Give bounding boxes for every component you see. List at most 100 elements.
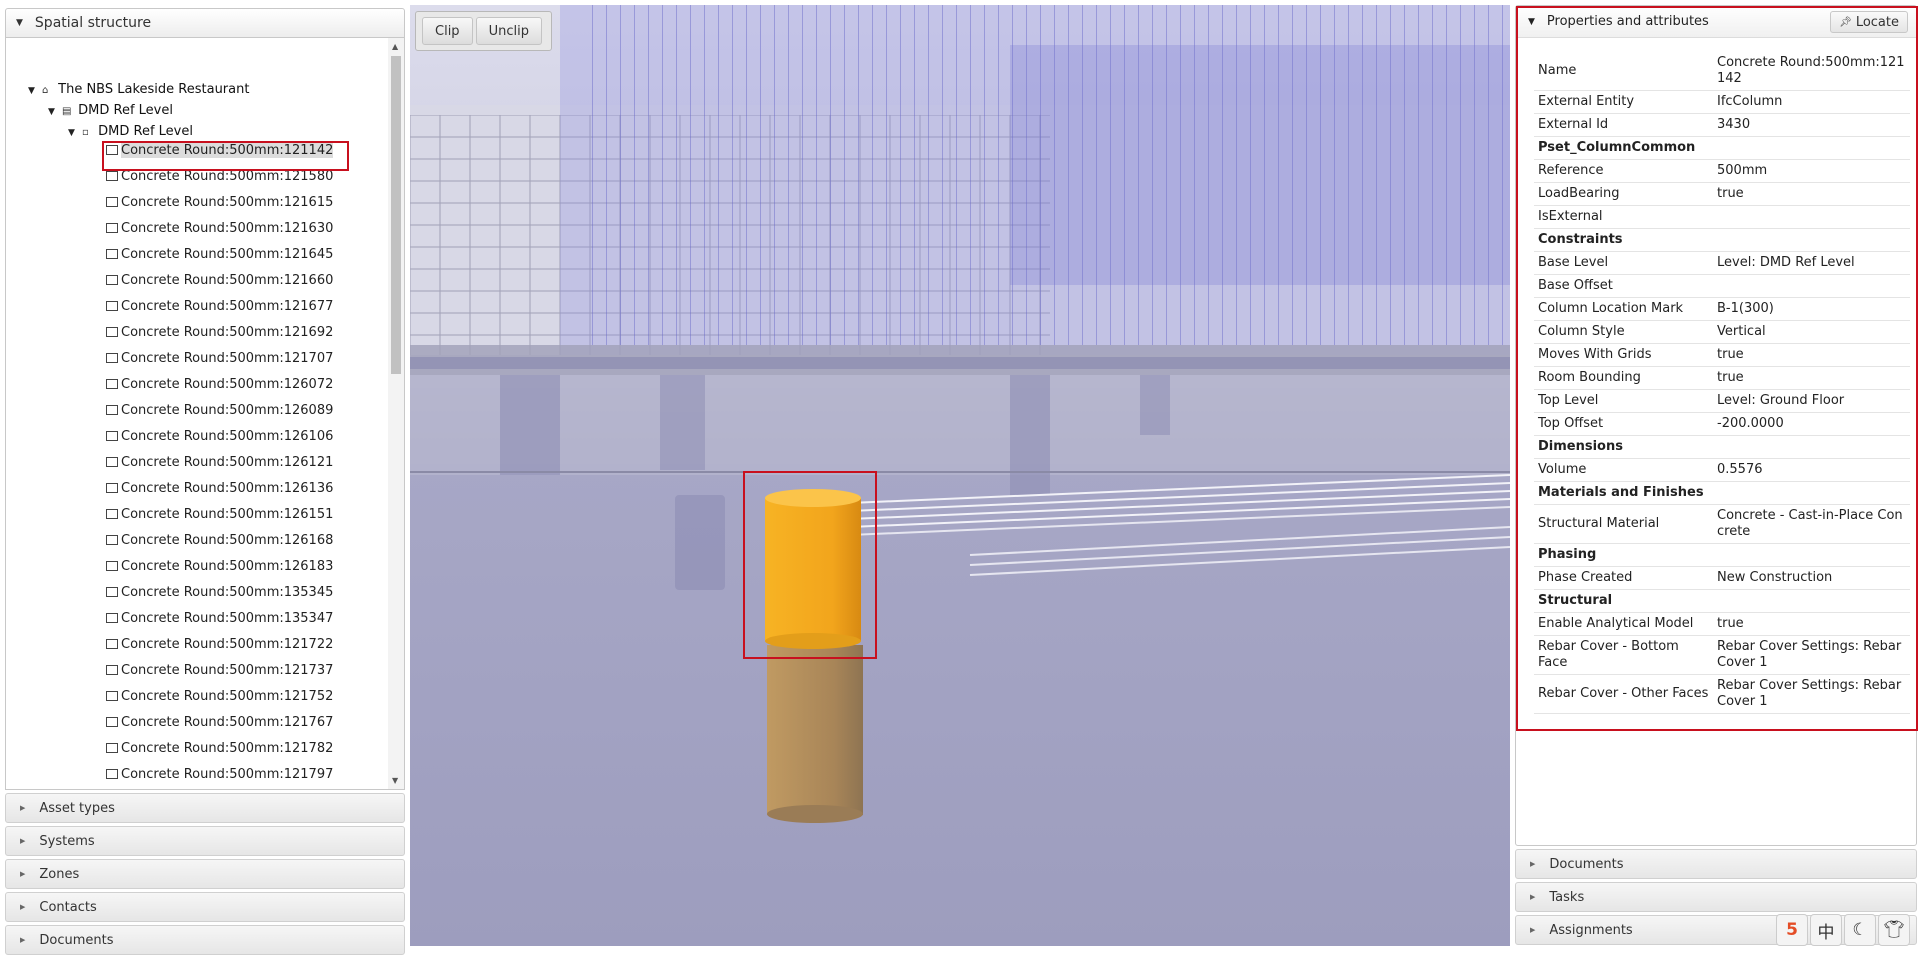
tree-leaf-item[interactable]: Concrete Round:500mm:121630 <box>106 216 333 242</box>
tree-leaf-item[interactable]: Concrete Round:500mm:121615 <box>106 190 333 216</box>
spatial-structure-header[interactable]: ▼ Spatial structure <box>5 8 405 38</box>
element-icon <box>106 378 118 389</box>
tree-leaf-label: Concrete Round:500mm:121645 <box>121 247 334 262</box>
tree-leaf-item[interactable]: Concrete Round:500mm:121812 <box>106 788 333 789</box>
tree-leaf-label: Concrete Round:500mm:126089 <box>121 403 334 418</box>
expand-triangle-icon: ▶ <box>1530 860 1536 868</box>
element-icon <box>106 638 118 649</box>
tree-leaf-label: Concrete Round:500mm:135345 <box>121 585 334 600</box>
tree-leaf-item[interactable]: Concrete Round:500mm:121767 <box>106 710 333 736</box>
element-icon <box>106 352 118 363</box>
tree-leaf-item[interactable]: Concrete Round:500mm:121707 <box>106 346 333 372</box>
selection-highlight <box>102 141 349 171</box>
tree-leaf-label: Concrete Round:500mm:121660 <box>121 273 334 288</box>
expand-triangle-icon: ▶ <box>20 837 26 845</box>
properties-selection-highlight <box>1516 6 1918 731</box>
spatial-tree: ▼ ⌂ The NBS Lakeside Restaurant ▼ ▤ DMD Re… <box>5 38 405 790</box>
zones-section[interactable]: ▶ Zones <box>5 859 405 889</box>
storey-icon: ▫ <box>82 127 89 138</box>
tree-leaf-label: Concrete Round:500mm:121677 <box>121 299 334 314</box>
tree-leaf-label: Concrete Round:500mm:121752 <box>121 689 334 704</box>
contacts-section[interactable]: ▶ Contacts <box>5 892 405 922</box>
element-icon <box>106 560 118 571</box>
expand-triangle-icon: ▶ <box>20 903 26 911</box>
shirt-icon[interactable]: 👕︎ <box>1878 914 1910 946</box>
tree-leaf-label: Concrete Round:500mm:126106 <box>121 429 334 444</box>
expand-triangle-icon: ▶ <box>20 804 26 812</box>
expand-arrow-icon[interactable]: ▼ <box>68 122 82 144</box>
tree-leaf-item[interactable]: Concrete Round:500mm:121645 <box>106 242 333 268</box>
tree-leaf-item[interactable]: Concrete Round:500mm:126183 <box>106 554 333 580</box>
tree-scrollbar[interactable]: ▲ ▼ <box>388 38 404 789</box>
expand-arrow-icon[interactable]: ▼ <box>28 80 42 102</box>
tree-leaf-item[interactable]: Concrete Round:500mm:121782 <box>106 736 333 762</box>
left-panel: ▼ Spatial structure ▼ ⌂ The NBS Lakeside … <box>5 8 405 955</box>
section-label: Documents <box>1549 856 1624 872</box>
tree-leaf-item[interactable]: Concrete Round:500mm:126106 <box>106 424 333 450</box>
tree-leaf-label: Concrete Round:500mm:126136 <box>121 481 334 496</box>
properties-panel: ▼ Properties and attributes 📌︎ Locate Na… <box>1515 5 1918 846</box>
language-button[interactable]: 中 <box>1810 914 1842 946</box>
element-icon <box>106 222 118 233</box>
tree-leaf-item[interactable]: Concrete Round:500mm:126072 <box>106 372 333 398</box>
documents-section[interactable]: ▶ Documents <box>1515 849 1917 879</box>
tree-leaf-item[interactable]: Concrete Round:500mm:121677 <box>106 294 333 320</box>
html5-icon[interactable]: 5 <box>1776 914 1808 946</box>
documents-section[interactable]: ▶ Documents <box>5 925 405 955</box>
element-icon <box>106 664 118 675</box>
clip-button[interactable]: Clip <box>422 17 473 45</box>
expand-triangle-icon: ▶ <box>1530 926 1536 934</box>
element-icon <box>106 612 118 623</box>
tree-node-level[interactable]: ▼ ▤ DMD Ref Level <box>48 100 173 122</box>
tree-leaf-item[interactable]: Concrete Round:500mm:121660 <box>106 268 333 294</box>
tree-leaf-item[interactable]: Concrete Round:500mm:126168 <box>106 528 333 554</box>
asset-types-section[interactable]: ▶ Asset types <box>5 793 405 823</box>
tree-leaf-item[interactable]: Concrete Round:500mm:126151 <box>106 502 333 528</box>
tree-leaf-item[interactable]: Concrete Round:500mm:126089 <box>106 398 333 424</box>
expand-triangle-icon: ▶ <box>20 936 26 944</box>
scrollbar-thumb[interactable] <box>391 56 401 374</box>
tree-leaf-item[interactable]: Concrete Round:500mm:121797 <box>106 762 333 788</box>
tree-leaf-label: Concrete Round:500mm:126168 <box>121 533 334 548</box>
systems-section[interactable]: ▶ Systems <box>5 826 405 856</box>
tree-leaf-label: Concrete Round:500mm:126183 <box>121 559 334 574</box>
home-icon: ⌂ <box>42 85 49 96</box>
tree-leaf-item[interactable]: Concrete Round:500mm:126121 <box>106 450 333 476</box>
element-icon <box>106 404 118 415</box>
3d-viewport[interactable]: Clip Unclip <box>410 5 1510 946</box>
element-icon <box>106 768 118 779</box>
scroll-up-icon[interactable]: ▲ <box>392 42 398 51</box>
tree-leaf-item[interactable]: Concrete Round:500mm:135345 <box>106 580 333 606</box>
scroll-down-icon[interactable]: ▼ <box>392 776 398 785</box>
moon-icon[interactable]: ☾ <box>1844 914 1876 946</box>
element-icon <box>106 430 118 441</box>
tree-leaf-label: Concrete Round:500mm:135347 <box>121 611 334 626</box>
section-label: Asset types <box>39 800 115 816</box>
tree-leaf-label: Concrete Round:500mm:121782 <box>121 741 334 756</box>
floor-slab-lines <box>849 474 1510 576</box>
unclip-button[interactable]: Unclip <box>475 17 542 45</box>
element-icon <box>106 482 118 493</box>
tree-leaf-item[interactable]: Concrete Round:500mm:121722 <box>106 632 333 658</box>
expand-triangle-icon: ▶ <box>20 870 26 878</box>
element-icon <box>106 586 118 597</box>
tree-leaf-item[interactable]: Concrete Round:500mm:126136 <box>106 476 333 502</box>
clip-toolbar: Clip Unclip <box>415 11 552 51</box>
tree-leaf-label: Concrete Round:500mm:126121 <box>121 455 334 470</box>
tasks-section[interactable]: ▶ Tasks <box>1515 882 1917 912</box>
section-label: Assignments <box>1549 922 1633 938</box>
section-label: Systems <box>39 833 95 849</box>
section-label: Tasks <box>1549 889 1585 905</box>
tree-leaf-item[interactable]: Concrete Round:500mm:121692 <box>106 320 333 346</box>
model-render[interactable] <box>410 5 1510 946</box>
tree-leaf-label: Concrete Round:500mm:121737 <box>121 663 334 678</box>
tree-leaf-item[interactable]: Concrete Round:500mm:135347 <box>106 606 333 632</box>
expand-arrow-icon[interactable]: ▼ <box>48 101 62 123</box>
element-icon <box>106 716 118 727</box>
tree-leaf-item[interactable]: Concrete Round:500mm:121737 <box>106 658 333 684</box>
element-icon <box>106 534 118 545</box>
tree-node-building[interactable]: ▼ ⌂ The NBS Lakeside Restaurant <box>28 79 249 101</box>
element-icon <box>106 196 118 207</box>
tree-leaf-label: Concrete Round:500mm:121630 <box>121 221 334 236</box>
tree-leaf-item[interactable]: Concrete Round:500mm:121752 <box>106 684 333 710</box>
